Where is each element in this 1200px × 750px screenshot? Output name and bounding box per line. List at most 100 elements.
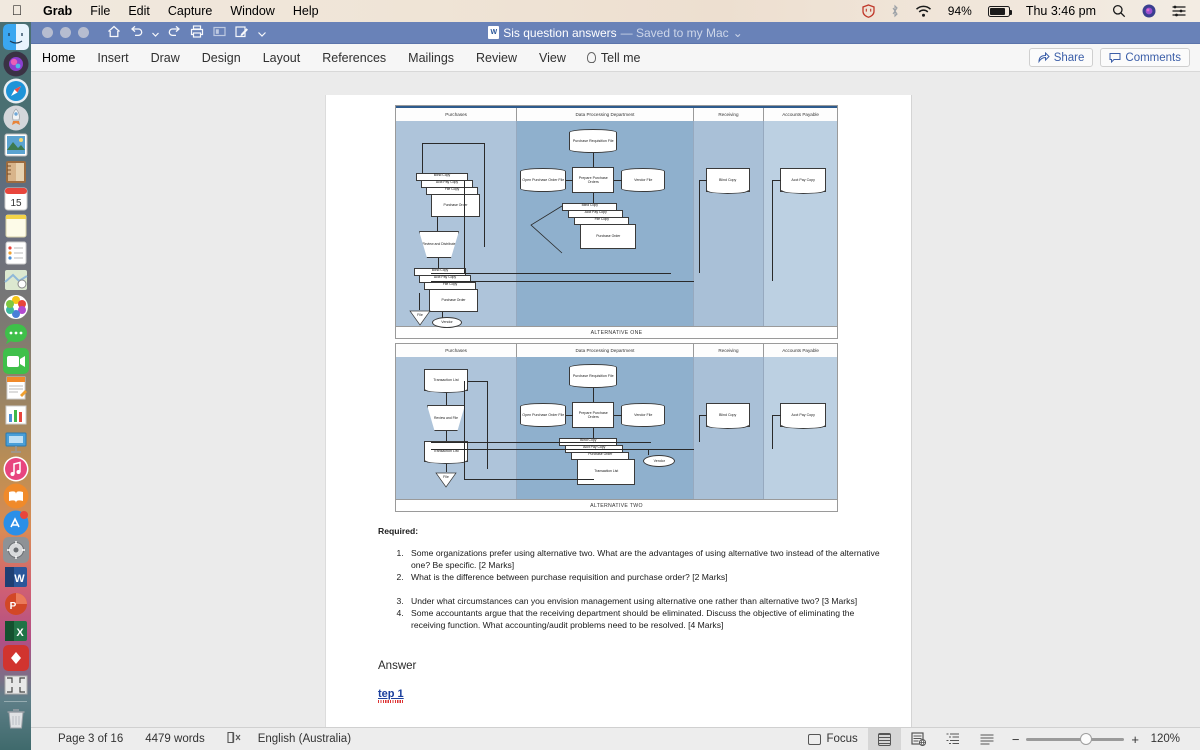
home-icon[interactable] [107, 25, 121, 41]
menu-window[interactable]: Window [221, 0, 283, 22]
lane-receiving-2: Blind Copy [693, 357, 765, 499]
dock-item-microsoft-powerpoint[interactable]: P [2, 591, 29, 617]
battery-icon[interactable] [980, 5, 1018, 17]
word-count[interactable]: 4479 words [145, 733, 226, 745]
menu-capture[interactable]: Capture [159, 0, 221, 22]
language-indicator[interactable]: English (Australia) [258, 733, 373, 745]
tab-design[interactable]: Design [191, 44, 252, 72]
dock-item-ibooks[interactable] [3, 483, 29, 509]
zoom-out-button[interactable]: − [1012, 732, 1020, 747]
undo-dropdown-icon[interactable] [152, 26, 159, 40]
dock-item-contacts[interactable] [3, 159, 29, 185]
dock-item-calendar[interactable]: 15 [3, 186, 29, 212]
minimize-button[interactable] [60, 27, 71, 38]
flow-line [593, 388, 594, 402]
dock-item-photos[interactable] [3, 294, 29, 320]
comments-button[interactable]: Comments [1100, 48, 1190, 67]
flow-line [419, 293, 420, 310]
overflow-icon[interactable] [258, 26, 266, 40]
dock-item-pages[interactable] [3, 375, 29, 401]
dock-item-adobe-acrobat[interactable] [2, 645, 29, 671]
flow-line [698, 180, 700, 273]
dock-item-app-store[interactable] [3, 510, 29, 536]
share-button[interactable]: Share [1028, 48, 1094, 67]
zoom-value[interactable]: 120% [1146, 733, 1180, 745]
chevron-down-icon[interactable]: ⌄ [733, 26, 743, 40]
dock-item-microsoft-word[interactable]: W [2, 564, 29, 590]
zoom-in-button[interactable]: + [1131, 732, 1139, 747]
document-canvas[interactable]: Purchases Data Processing Department Rec… [31, 95, 1200, 727]
tab-review[interactable]: Review [465, 44, 528, 72]
menu-help[interactable]: Help [284, 0, 328, 22]
dock-item-maps[interactable] [3, 267, 29, 293]
dock-item-grab[interactable] [2, 672, 29, 698]
tab-home[interactable]: Home [31, 44, 86, 72]
view-draft-button[interactable] [970, 728, 1004, 750]
flow-line [468, 381, 488, 382]
dock-item-trash[interactable] [3, 705, 29, 731]
dock-item-preview[interactable] [3, 132, 29, 158]
redo-icon[interactable] [168, 25, 181, 40]
close-button[interactable] [42, 27, 53, 38]
zoom-slider[interactable] [1026, 733, 1125, 745]
apple-logo-icon[interactable]:  [0, 2, 34, 20]
edit-icon[interactable] [235, 25, 249, 41]
dock-item-itunes[interactable] [3, 456, 29, 482]
rect-icon[interactable] [213, 26, 226, 40]
lane-header-data-processing-2: Data Processing Department [517, 344, 694, 357]
tab-references[interactable]: References [311, 44, 397, 72]
dock-item-reminders[interactable] [3, 240, 29, 266]
questions-list: Some organizations prefer using alternat… [406, 547, 883, 631]
tab-layout[interactable]: Layout [252, 44, 312, 72]
tell-me-button[interactable]: Tell me [577, 51, 651, 65]
tab-draw[interactable]: Draw [140, 44, 191, 72]
lane-data-processing-2: Purchase Requisition File Prepare Purcha… [431, 357, 742, 499]
undo-icon[interactable] [130, 25, 143, 40]
document-title[interactable]: Sis question answers [503, 26, 616, 40]
shield-icon[interactable] [854, 4, 883, 18]
focus-button[interactable]: Focus [798, 728, 867, 750]
flow-line [422, 143, 485, 144]
flowchart-two-lane-headers: Purchases Data Processing Department Rec… [396, 344, 837, 357]
zoom-slider-knob[interactable] [1080, 733, 1093, 745]
menu-grab[interactable]: Grab [34, 0, 81, 22]
flow-line [484, 143, 485, 247]
proofing-icon[interactable] [227, 731, 258, 747]
wifi-icon[interactable] [907, 5, 940, 18]
dock-item-siri[interactable] [3, 51, 29, 77]
node-file-2: File [435, 472, 457, 488]
tab-insert[interactable]: Insert [86, 44, 139, 72]
view-print-layout-button[interactable] [867, 727, 901, 750]
menu-edit[interactable]: Edit [119, 0, 159, 22]
view-outline-button[interactable] [936, 728, 970, 750]
print-icon[interactable] [190, 24, 204, 41]
node-review-and-file: Review and File [427, 405, 465, 431]
dock-item-notes[interactable] [3, 213, 29, 239]
svg-text:15: 15 [10, 198, 22, 209]
tab-mailings[interactable]: Mailings [397, 44, 465, 72]
clock[interactable]: Thu 3:46 pm [1018, 4, 1104, 18]
control-center-icon[interactable] [1164, 5, 1194, 17]
zoom-button[interactable] [78, 27, 89, 38]
dock-item-keynote[interactable] [3, 429, 29, 455]
dock-item-microsoft-excel[interactable]: X [2, 618, 29, 644]
status-bar: Page 3 of 16 4479 words English (Austral… [31, 727, 1200, 750]
doc-purchase-order: Purchase Order [431, 194, 480, 217]
dock-item-facetime[interactable] [2, 348, 29, 374]
menu-file[interactable]: File [81, 0, 119, 22]
dock-item-safari[interactable] [2, 78, 29, 104]
dock-item-launchpad[interactable] [3, 105, 29, 131]
document-page[interactable]: Purchases Data Processing Department Rec… [325, 95, 912, 727]
search-icon[interactable] [1104, 4, 1134, 18]
dock-item-messages[interactable] [3, 321, 29, 347]
view-web-layout-button[interactable] [901, 728, 936, 750]
page-indicator[interactable]: Page 3 of 16 [58, 733, 145, 745]
save-state[interactable]: — Saved to my Mac [621, 26, 729, 40]
tab-view[interactable]: View [528, 44, 577, 72]
bluetooth-icon[interactable] [883, 4, 907, 18]
dock-item-numbers[interactable] [3, 402, 29, 428]
comment-icon [1109, 53, 1121, 63]
siri-icon[interactable] [1134, 4, 1164, 18]
dock-item-finder[interactable] [2, 24, 29, 50]
dock-item-system-preferences[interactable] [2, 537, 29, 563]
